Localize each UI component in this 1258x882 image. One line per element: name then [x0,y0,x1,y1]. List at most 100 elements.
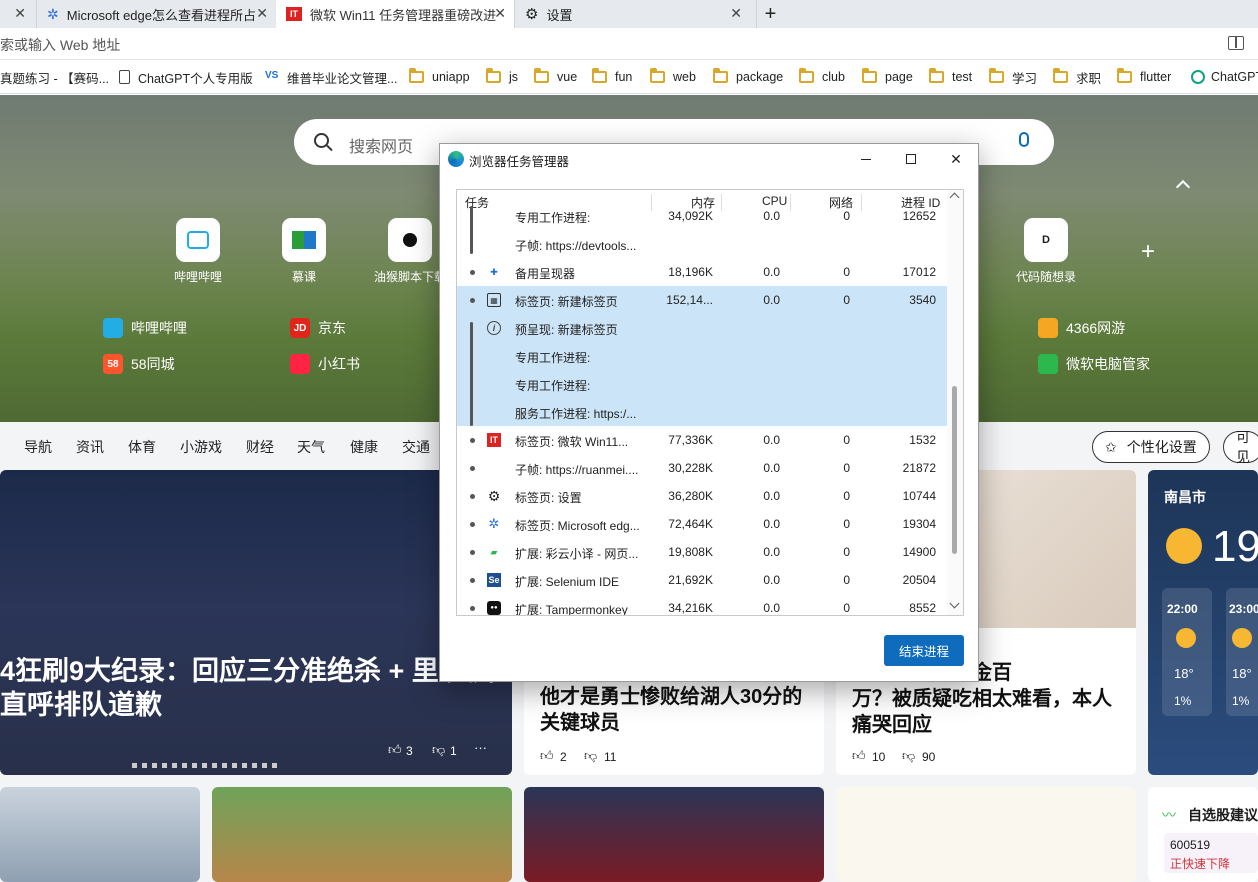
close-icon[interactable]: ✕ [14,5,26,22]
table-row[interactable]: IT 标签页: 微软 Win11... 77,336K 0.0 0 1532 [457,426,947,454]
visibility-button[interactable]: 可见 [1223,429,1258,465]
nav-item[interactable]: 资讯 [76,437,104,457]
stock-code: 600519 [1170,838,1211,852]
quicklink-greasyfork[interactable] [388,218,432,262]
carousel-dots[interactable] [132,763,282,768]
bookmark-folder[interactable]: 学习 [989,60,1037,93]
bookmark-folder[interactable]: test [929,60,972,93]
bookmark-folder[interactable]: package [713,60,783,93]
quicklink-code[interactable]: D [1024,218,1068,262]
table-row[interactable]: ▦ 标签页: 新建标签页 152,14... 0.0 0 3540 [457,286,947,314]
bookmark-item[interactable]: VS 维普毕业论文管理... [265,60,397,93]
add-quicklink-icon[interactable]: + [1141,240,1155,264]
stock-card[interactable]: 〰 自选股建议 600519 正快速下降 [1148,787,1258,882]
table-row[interactable]: ✲ 标签页: Microsoft edg... 72,464K 0.0 0 19304 [457,510,947,538]
row-bullet [470,298,475,303]
nav-item[interactable]: 健康 [350,437,378,457]
stock-item[interactable]: 600519 正快速下降 [1164,833,1258,873]
table-row[interactable]: 专用工作进程: [457,370,947,398]
new-tab-button[interactable]: + [756,0,784,28]
thumb-up-icon[interactable]: 👍︎ [852,748,866,764]
close-icon[interactable]: ✕ [494,5,506,22]
bookmark-folder[interactable]: web [650,60,696,93]
nav-item[interactable]: 小游戏 [180,437,222,457]
site-link-58[interactable]: 58 58同城 [103,354,175,374]
scroll-up-icon[interactable] [949,192,960,203]
table-row[interactable]: ▰ 扩展: 彩云小译 - 网页... 19,808K 0.0 0 14900 [457,538,947,566]
address-input[interactable]: 索或输入 Web 地址 [0,35,120,55]
thumb-down-icon[interactable]: 👎︎ [902,748,915,764]
address-bar[interactable]: 索或输入 Web 地址 [0,28,1258,60]
greasyfork-icon [403,233,417,247]
maximize-button[interactable] [897,148,925,170]
scroll-down-icon[interactable] [949,598,960,609]
nav-item[interactable]: 交通 [402,437,430,457]
process-cpu: 0.0 [763,265,780,279]
table-row[interactable]: ●● 扩展: Tampermonkey 34,216K 0.0 0 8552 [457,594,947,615]
close-button[interactable]: ✕ [942,148,970,170]
end-process-button[interactable]: 结束进程 [884,635,964,666]
process-cpu: 0.0 [763,293,780,307]
thumb-up-icon[interactable]: 👍︎ [388,742,402,758]
bookmark-item[interactable]: 真题练习 - 【赛码... [0,60,109,93]
vertical-scrollbar[interactable] [947,190,963,615]
table-row[interactable]: i 预呈现: 新建标签页 [457,314,947,342]
bookmark-folder[interactable]: fun [592,60,632,93]
news-card-car[interactable] [0,787,200,882]
more-icon[interactable]: ··· [474,740,487,755]
microphone-icon[interactable] [1019,132,1029,147]
thumb-down-icon[interactable]: 👎︎ [432,742,445,758]
bookmark-folder[interactable]: vue [534,60,578,93]
tab-settings[interactable]: ⚙ 设置 ✕ [514,0,754,28]
tab-win11[interactable]: IT 微软 Win11 任务管理器重磅改进 ✕ [276,0,514,28]
tab-edge-process[interactable]: ✲ Microsoft edge怎么查看进程所占 ✕ [36,0,276,28]
quicklink-mooc[interactable] [282,218,326,262]
news-card-tiger[interactable] [212,787,512,882]
split-screen-icon[interactable] [1228,36,1244,50]
quicklink-bilibili[interactable] [176,218,220,262]
nav-item[interactable]: 体育 [128,437,156,457]
table-row[interactable]: 子帧: https://ruanmei.... 30,228K 0.0 0 21872 [457,454,947,482]
bookmark-folder[interactable]: js [486,60,518,93]
news-card-conan[interactable] [836,787,1136,882]
close-icon[interactable]: ✕ [730,5,742,22]
table-row[interactable]: 专用工作进程: 34,092K 0.0 0 12652 [457,202,947,230]
nav-item[interactable]: 天气 [297,437,325,457]
table-row[interactable]: 专用工作进程: [457,342,947,370]
bookmark-label: vue [557,70,578,84]
site-link-jd[interactable]: JD 京东 [290,318,346,338]
bookmark-folder[interactable]: flutter [1117,60,1171,93]
bookmark-folder[interactable]: club [799,60,845,93]
search-input[interactable]: 搜索网页 [349,133,413,157]
table-row[interactable]: Se 扩展: Selenium IDE 21,692K 0.0 0 20504 [457,566,947,594]
minimize-button[interactable] [852,148,880,170]
bookmark-folder[interactable]: page [862,60,913,93]
dialog-titlebar[interactable]: 浏览器任务管理器 ✕ [440,144,978,174]
thumb-up-icon[interactable]: 👍︎ [540,748,554,764]
site-label: 4366网游 [1066,320,1126,336]
news-card-hero[interactable]: 4狂刷9大纪录：回应三分准绝杀 + 里 美媒直呼排队道歉 👍︎ 3 👎︎ 1 ·… [0,470,512,775]
bookmark-item[interactable]: ChatGPT [1191,60,1258,93]
table-row[interactable]: 子帧: https://devtools... [457,230,947,258]
weather-card[interactable]: 南昌市 19 22:00 18° 1% 23:00 18° 1% [1148,470,1258,775]
bookmark-folder[interactable]: uniapp [409,60,470,93]
site-link-bilibili[interactable]: 哔哩哔哩 [103,318,187,338]
tab-close-prev[interactable]: ✕ [0,0,36,28]
close-icon[interactable]: ✕ [256,5,268,22]
site-link-xiaohongshu[interactable]: 小红书 [290,354,360,374]
cloud-moon-icon [1176,628,1196,648]
table-row[interactable]: ✚ 备用呈现器 18,196K 0.0 0 17012 [457,258,947,286]
scroll-thumb[interactable] [952,386,957,554]
nav-item[interactable]: 财经 [246,437,274,457]
thumb-down-icon[interactable]: 👎︎ [584,748,597,764]
table-row[interactable]: ⚙ 标签页: 设置 36,280K 0.0 0 10744 [457,482,947,510]
table-row[interactable]: 服务工作进程: https:/... [457,398,947,426]
site-label: 京东 [318,320,346,336]
site-link-pcmanager[interactable]: 微软电脑管家 [1038,354,1150,374]
news-card-basketball[interactable] [524,787,824,882]
site-link-4366[interactable]: 4366网游 [1038,318,1125,338]
personalize-button[interactable]: ✩ 个性化设置 [1092,431,1210,463]
bookmark-folder[interactable]: 求职 [1053,60,1101,93]
bookmark-item[interactable]: ChatGPT个人专用版 [119,60,253,93]
nav-item[interactable]: 导航 [24,437,52,457]
